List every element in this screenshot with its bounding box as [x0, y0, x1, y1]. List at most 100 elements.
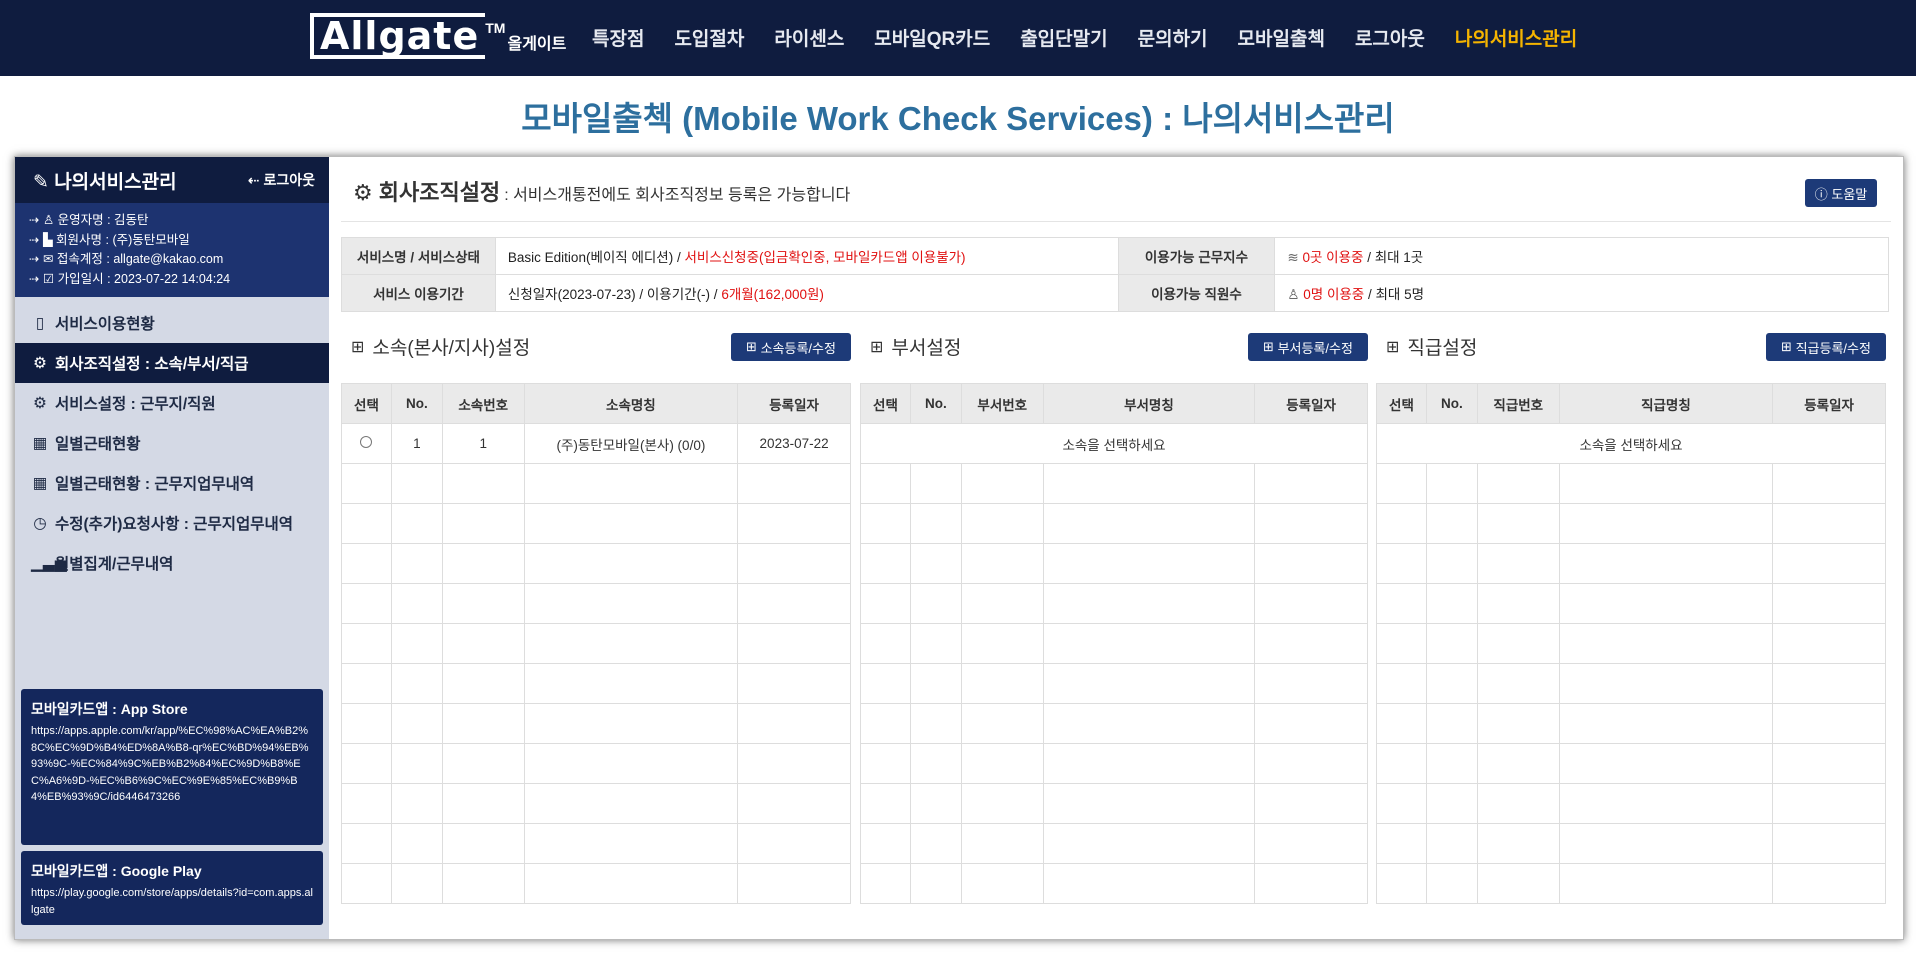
empty-cell	[1425, 743, 1478, 784]
empty-cell	[1772, 783, 1886, 824]
clipboard-icon: ▯	[35, 314, 45, 332]
empty-cell	[390, 503, 443, 544]
empty-cell	[1425, 823, 1478, 864]
plus-square-icon: ⊞	[870, 338, 884, 356]
department-header-row: 선택 No. 부서번호 부서명칭 등록일자	[860, 383, 1368, 424]
empty-cell	[1376, 463, 1427, 504]
help-button[interactable]: ⓘ 도움말	[1805, 179, 1877, 207]
empty-cell	[1425, 583, 1478, 624]
nav-my-service[interactable]: 나의서비스관리	[1455, 24, 1577, 51]
app-store-url[interactable]: https://apps.apple.com/kr/app/%EC%98%AC%…	[21, 723, 323, 814]
calendar-check-icon: ⇢ ☑	[29, 271, 58, 286]
empty-cell	[341, 623, 392, 664]
sidebar-item-daily-worksite[interactable]: ▦ 일별근태현황 : 근무지업무내역	[15, 463, 329, 503]
department-edit-button[interactable]: ⊞ 부서등록/수정	[1248, 333, 1368, 361]
empty-table-row	[860, 703, 1368, 744]
sidebar-item-edit-requests[interactable]: ◷ 수정(추가)요청사항 : 근무지업무내역	[15, 503, 329, 543]
empty-cell	[960, 463, 1044, 504]
empty-message: 소속을 선택하세요	[1376, 423, 1886, 464]
empty-cell	[909, 543, 962, 584]
content-subtitle: : 서비스개통전에도 회사조직정보 등록은 가능합니다	[504, 187, 851, 204]
empty-table-row	[860, 503, 1368, 544]
empty-table-row	[341, 703, 851, 744]
sidebar-item-org-settings[interactable]: ⚙ 회사조직설정 : 소속/부서/직급	[15, 343, 329, 383]
info-account: ⇢ ✉ 접속계정 : allgate@kakao.com	[29, 250, 315, 270]
sidebar-item-service-status[interactable]: ▯ 서비스이용현황	[15, 303, 329, 343]
rank-button-label: 직급등록/수정	[1795, 340, 1871, 356]
sites-used: 0곳 이용중	[1302, 250, 1364, 265]
sidebar-logout-button[interactable]: ⇠ 로그아웃	[248, 170, 315, 190]
empty-cell	[1558, 463, 1774, 504]
empty-cell	[1254, 503, 1368, 544]
nav-procedure[interactable]: 도입절차	[674, 24, 744, 51]
empty-table-row	[341, 783, 851, 824]
empty-cell	[1772, 743, 1886, 784]
empty-rows	[860, 463, 1368, 904]
label-service-name: 서비스명 / 서비스상태	[341, 237, 496, 275]
table-row[interactable]: 1 1 (주)동탄모바일(본사) (0/0) 2023-07-22	[341, 423, 851, 464]
allgate-logo[interactable]: Allgate TM 올게이트	[310, 10, 566, 62]
empty-cell	[441, 543, 525, 584]
empty-cell	[523, 743, 739, 784]
empty-cell	[1558, 823, 1774, 864]
nav-logout[interactable]: 로그아웃	[1355, 24, 1425, 51]
content-area: ⚙ 회사조직설정 : 서비스개통전에도 회사조직정보 등록은 가능합니다 ⓘ 도…	[329, 157, 1903, 939]
col-name: 직급명칭	[1558, 383, 1774, 424]
empty-cell	[441, 583, 525, 624]
empty-table-row	[1376, 503, 1886, 544]
sidebar-item-label: 서비스이용현황	[55, 316, 155, 333]
gear-icon: ⚙	[353, 180, 373, 205]
sidebar-item-daily-attendance[interactable]: ▦ 일별근태현황	[15, 423, 329, 463]
select-radio[interactable]	[360, 436, 373, 448]
empty-table-row	[1376, 463, 1886, 504]
empty-cell	[1772, 543, 1886, 584]
empty-cell	[1042, 623, 1256, 664]
empty-cell	[1376, 743, 1427, 784]
rank-header-row: 선택 No. 직급번호 직급명칭 등록일자	[1376, 383, 1886, 424]
no-cell: 1	[390, 423, 443, 464]
empty-table-row	[860, 583, 1368, 624]
sidebar-item-label: 서비스설정 : 근무지/직원	[55, 396, 216, 413]
nav-mobile-qr-card[interactable]: 모바일QR카드	[874, 24, 990, 51]
empty-cell	[1476, 463, 1560, 504]
empty-cell	[1376, 503, 1427, 544]
empty-cell	[860, 783, 911, 824]
empty-cell	[1476, 583, 1560, 624]
empty-cell	[1476, 823, 1560, 864]
nav-license[interactable]: 라이센스	[774, 24, 844, 51]
main-panel: ✎ 나의서비스관리 ⇠ 로그아웃 ⇢ ♙ 운영자명 : 김동탄 ⇢ ▙ 회원사명…	[14, 156, 1904, 940]
app-store-link[interactable]: 모바일카드앱 : App Store https://apps.apple.co…	[21, 689, 323, 845]
nav-features[interactable]: 특장점	[592, 24, 644, 51]
empty-cell	[909, 863, 962, 904]
empty-cell	[860, 583, 911, 624]
nav-mobile-check[interactable]: 모바일출첵	[1238, 24, 1325, 51]
sites-max: / 최대 1곳	[1367, 250, 1424, 265]
empty-cell	[909, 503, 962, 544]
col-select: 선택	[1376, 383, 1427, 424]
empty-cell	[1376, 703, 1427, 744]
empty-cell	[1476, 623, 1560, 664]
sidebar-item-service-settings[interactable]: ⚙ 서비스설정 : 근무지/직원	[15, 383, 329, 423]
gear-icon: ⚙	[33, 394, 47, 412]
empty-cell	[960, 663, 1044, 704]
affiliation-edit-button[interactable]: ⊞ 소속등록/수정	[731, 333, 851, 361]
empty-cell	[1772, 863, 1886, 904]
empty-cell	[341, 543, 392, 584]
empty-cell	[1476, 703, 1560, 744]
empty-cell	[909, 583, 962, 624]
google-play-url[interactable]: https://play.google.com/store/apps/detai…	[21, 885, 323, 926]
sidebar-item-label: 일별근태현황 : 근무지업무내역	[55, 476, 255, 493]
rank-edit-button[interactable]: ⊞ 직급등록/수정	[1766, 333, 1886, 361]
sidebar-item-monthly-summary[interactable]: ▁▃▅ 월별집계/근무내역	[15, 543, 329, 583]
nav-inquiry[interactable]: 문의하기	[1138, 24, 1208, 51]
empty-cell	[860, 823, 911, 864]
empty-cell	[1772, 823, 1886, 864]
empty-cell	[1558, 863, 1774, 904]
empty-cell	[523, 703, 739, 744]
google-play-link[interactable]: 모바일카드앱 : Google Play https://play.google…	[21, 851, 323, 925]
empty-cell	[909, 663, 962, 704]
nav-access-terminal[interactable]: 출입단말기	[1020, 24, 1107, 51]
empty-cell	[1042, 743, 1256, 784]
empty-cell	[737, 863, 851, 904]
empty-table-row	[1376, 703, 1886, 744]
